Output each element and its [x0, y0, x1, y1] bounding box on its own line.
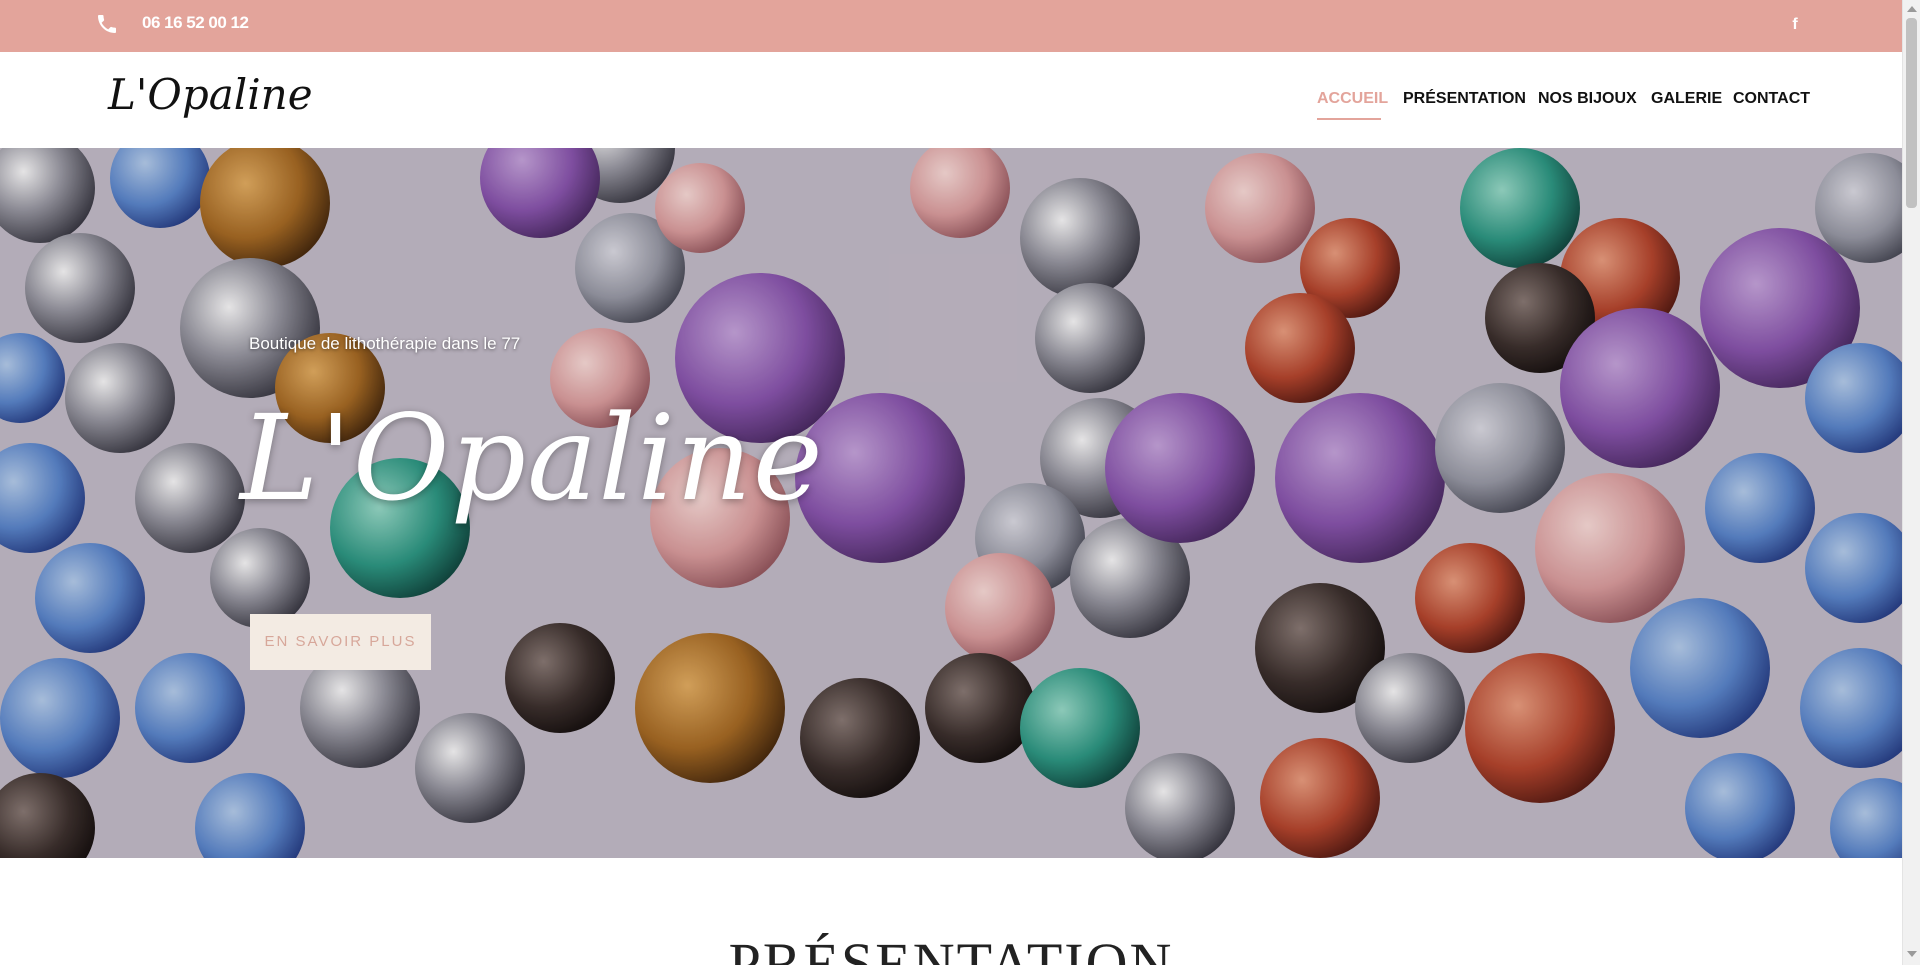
nav-item-accueil[interactable]: ACCUEIL [1317, 90, 1388, 108]
hero-title: L'Opaline [240, 389, 824, 527]
hero-banner: Boutique de lithothérapie dans le 77 L'O… [0, 148, 1902, 858]
facebook-icon[interactable]: f [1788, 14, 1802, 36]
nav-item-contact[interactable]: CONTACT [1733, 90, 1810, 108]
presentation-heading: PRÉSENTATION [728, 931, 1174, 965]
phone-icon [98, 15, 116, 33]
phone-number[interactable]: 06 16 52 00 12 [142, 13, 249, 33]
page-scrollbar[interactable] [1902, 0, 1920, 965]
hero-subtitle: Boutique de lithothérapie dans le 77 [249, 334, 521, 353]
scroll-up-arrow-icon[interactable] [1907, 6, 1917, 12]
main-navigation: ACCUEIL PRÉSENTATION NOS BIJOUX GALERIE … [0, 90, 1902, 120]
scroll-down-arrow-icon[interactable] [1907, 951, 1917, 957]
scrollbar-thumb[interactable] [1906, 18, 1917, 208]
site-header: L'Opaline ACCUEIL PRÉSENTATION NOS BIJOU… [0, 52, 1902, 148]
nav-item-galerie[interactable]: GALERIE [1651, 90, 1722, 108]
top-bar: 06 16 52 00 12 f [0, 0, 1902, 52]
active-nav-indicator [1317, 118, 1381, 120]
nav-item-nos-bijoux[interactable]: NOS BIJOUX [1538, 90, 1637, 108]
learn-more-button[interactable]: EN SAVOIR PLUS [250, 614, 431, 670]
nav-item-presentation[interactable]: PRÉSENTATION [1403, 90, 1526, 108]
